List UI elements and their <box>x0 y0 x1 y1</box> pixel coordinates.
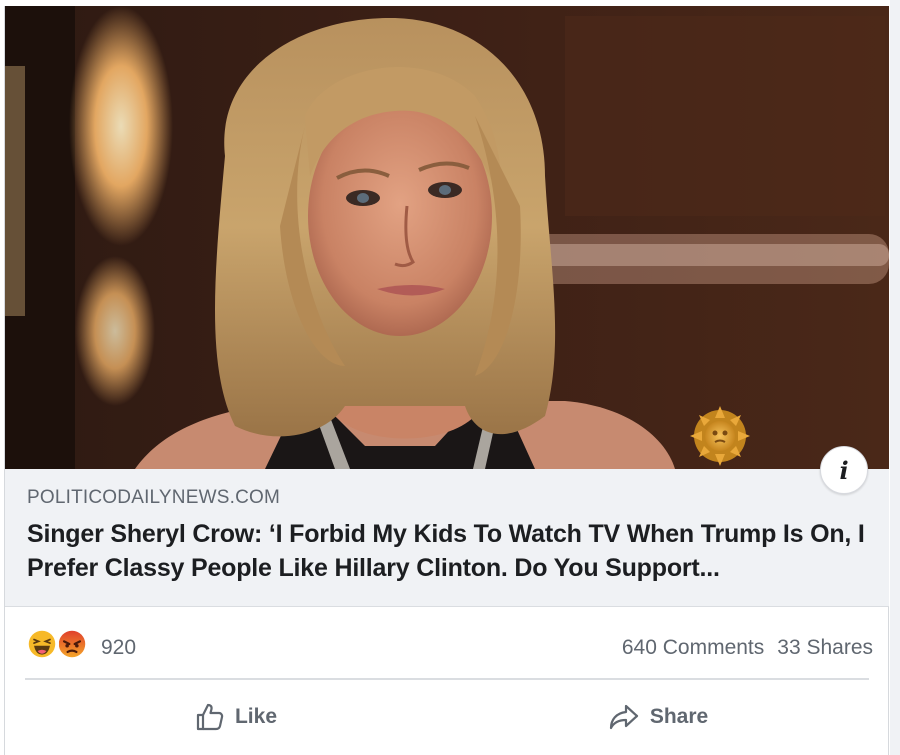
thumbs-up-icon <box>196 703 224 731</box>
comments-count[interactable]: 640 Comments <box>622 636 764 659</box>
like-label: Like <box>234 705 278 728</box>
post-action-bar: Like Share <box>25 682 869 752</box>
shares-count[interactable]: 33 Shares <box>777 636 873 659</box>
photo-of-woman <box>5 6 889 469</box>
divider <box>25 678 869 680</box>
haha-reaction-icon <box>25 627 59 661</box>
feed-background <box>890 0 900 755</box>
share-arrow-icon <box>609 704 638 730</box>
reaction-summary[interactable] <box>25 627 91 661</box>
link-info[interactable]: POLITICODAILYNEWS.COM Singer Sheryl Crow… <box>5 469 889 607</box>
info-label: i <box>839 455 849 485</box>
link-domain: POLITICODAILYNEWS.COM <box>27 487 280 508</box>
link-post-card: POLITICODAILYNEWS.COM Singer Sheryl Crow… <box>4 6 889 755</box>
share-label: Share <box>649 705 709 728</box>
post-stats: 920 640 Comments 33 Shares <box>5 607 889 681</box>
info-icon[interactable]: i <box>820 446 868 494</box>
like-button[interactable]: Like <box>25 682 447 752</box>
page: POLITICODAILYNEWS.COM Singer Sheryl Crow… <box>0 0 900 755</box>
link-title[interactable]: Singer Sheryl Crow: ‘I Forbid My Kids To… <box>27 517 872 585</box>
link-preview-image[interactable] <box>5 6 889 469</box>
engagement-counts: 640 Comments 33 Shares <box>622 636 873 660</box>
share-button[interactable]: Share <box>447 682 869 752</box>
angry-reaction-icon <box>55 627 89 661</box>
reaction-count[interactable]: 920 <box>101 636 136 660</box>
